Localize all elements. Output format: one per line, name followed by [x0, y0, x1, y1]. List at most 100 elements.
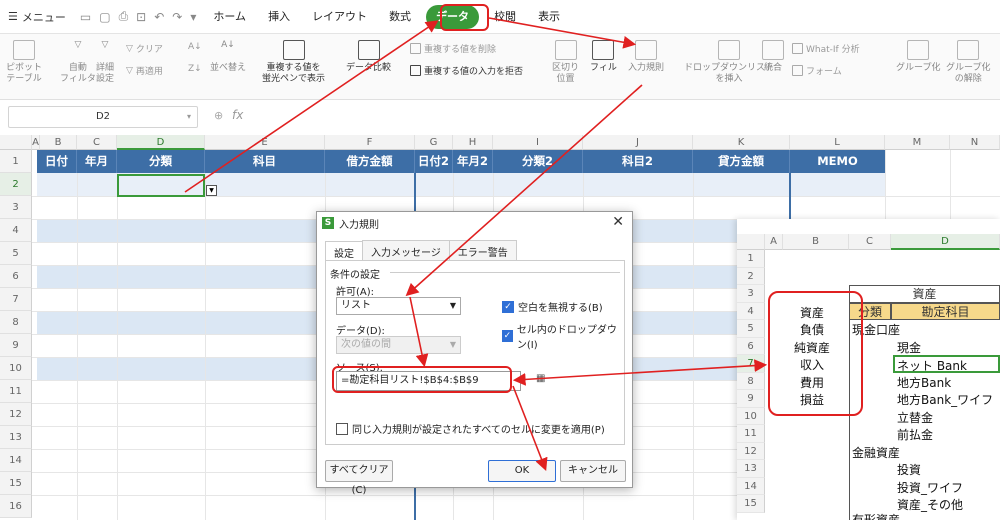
redo-icon[interactable]: ↷	[172, 10, 182, 24]
column-header-h[interactable]: H	[453, 135, 493, 150]
side-row-13[interactable]: 13	[737, 460, 765, 478]
ignore-blank-checkbox[interactable]: ✓ 空白を無視する(B)	[502, 299, 603, 314]
side-row-1[interactable]: 1	[737, 250, 765, 268]
header-memo[interactable]: MEMO	[790, 150, 885, 173]
header-credit[interactable]: 貸方金額	[693, 150, 790, 173]
row-header-15[interactable]: 15	[0, 472, 32, 495]
reapply-filter-button[interactable]: ▽ 再適用	[126, 64, 163, 78]
row-header-6[interactable]: 6	[0, 265, 32, 288]
allow-select[interactable]: リスト ▼	[336, 297, 461, 315]
column-header-j[interactable]: J	[583, 135, 693, 150]
name-box[interactable]: D2 ▾	[8, 106, 198, 128]
tab-home[interactable]: ホーム	[202, 5, 257, 29]
tab-review[interactable]: 校閲	[483, 5, 527, 29]
cell-dropdown-button[interactable]: ▼	[206, 185, 217, 196]
undo-icon[interactable]: ↶	[154, 10, 164, 24]
side-row-5[interactable]: 5	[737, 320, 765, 338]
save-icon[interactable]: ▢	[99, 10, 110, 24]
column-header-a[interactable]: A	[32, 135, 40, 150]
header-category2[interactable]: 分類2	[493, 150, 583, 173]
row-header-1[interactable]: 1	[0, 150, 32, 173]
clear-all-button[interactable]: すべてクリア(C)	[325, 460, 393, 496]
header-date2[interactable]: 日付2	[415, 150, 453, 173]
side-row-8[interactable]: 8	[737, 372, 765, 390]
side-row-7[interactable]: 7	[737, 355, 765, 373]
side-row-14[interactable]: 14	[737, 477, 765, 495]
side-row-2[interactable]: 2	[737, 267, 765, 285]
side-select-all[interactable]	[737, 234, 765, 250]
sort-desc-button[interactable]: Z↓	[188, 64, 202, 74]
sort-asc-button[interactable]: A↓	[188, 42, 202, 52]
tab-insert[interactable]: 挿入	[257, 5, 301, 29]
in-cell-dropdown-checkbox[interactable]: ✓ セル内のドロップダウン(I)	[502, 321, 624, 351]
column-header-n[interactable]: N	[950, 135, 1000, 150]
side-row-3[interactable]: 3	[737, 285, 765, 303]
row-header-14[interactable]: 14	[0, 449, 32, 472]
sort-button[interactable]: A↓ 並べ替え	[210, 40, 246, 74]
column-header-b[interactable]: B	[40, 135, 77, 150]
tab-input-message[interactable]: 入力メッセージ	[362, 240, 450, 262]
consolidate-button[interactable]: 統合	[762, 40, 784, 74]
cancel-button[interactable]: キャンセル	[560, 460, 626, 482]
folder-icon[interactable]: ▭	[80, 10, 91, 24]
side-row-9[interactable]: 9	[737, 390, 765, 408]
row-header-4[interactable]: 4	[0, 219, 32, 242]
row-header-5[interactable]: 5	[0, 242, 32, 265]
header-account2[interactable]: 科目2	[583, 150, 693, 173]
print-icon[interactable]: ⎙	[119, 9, 129, 24]
column-header-g[interactable]: G	[415, 135, 453, 150]
ok-button[interactable]: OK	[488, 460, 556, 482]
column-header-f[interactable]: F	[325, 135, 415, 150]
main-menu-button[interactable]: ☰ メニュー	[0, 5, 74, 29]
tab-formulas[interactable]: 数式	[378, 5, 422, 29]
data-compare-button[interactable]: データ比較	[346, 40, 391, 74]
row-header-16[interactable]: 16	[0, 495, 32, 518]
clear-filter-button[interactable]: ▽ クリア	[126, 42, 163, 56]
side-row-10[interactable]: 10	[737, 407, 765, 425]
column-header-i[interactable]: I	[493, 135, 583, 150]
side-column-c[interactable]: C	[849, 234, 891, 250]
fx-icon[interactable]: fx	[232, 108, 243, 122]
chevron-down-icon[interactable]: ▾	[190, 10, 196, 24]
row-header-10[interactable]: 10	[0, 357, 32, 380]
tab-error-alert[interactable]: エラー警告	[448, 240, 517, 262]
side-row-6[interactable]: 6	[737, 337, 765, 355]
header-date[interactable]: 日付	[37, 150, 77, 173]
zoom-icon[interactable]: ⊕	[214, 109, 223, 122]
advanced-filter-button[interactable]: ▽ 詳細 設定	[94, 40, 116, 85]
preview-icon[interactable]: ⊡	[136, 10, 146, 24]
ungroup-button[interactable]: グループ化 の解除	[946, 40, 990, 85]
close-icon[interactable]: ✕	[612, 214, 624, 230]
column-header-c[interactable]: C	[77, 135, 117, 150]
column-header-k[interactable]: K	[693, 135, 790, 150]
row-header-13[interactable]: 13	[0, 426, 32, 449]
column-header-d[interactable]: D	[117, 135, 205, 150]
remove-duplicates-button[interactable]: 重複する値を削除	[410, 42, 496, 55]
header-category[interactable]: 分類	[117, 150, 205, 173]
row-header-7[interactable]: 7	[0, 288, 32, 311]
fill-button[interactable]: フィル	[590, 40, 617, 74]
header-debit[interactable]: 借方金額	[325, 150, 415, 173]
tab-view[interactable]: 表示	[527, 5, 571, 29]
row-header-12[interactable]: 12	[0, 403, 32, 426]
insert-dropdown-button[interactable]: ドロップダウンリスト を挿入	[684, 40, 774, 85]
column-header-l[interactable]: L	[790, 135, 885, 150]
column-header-e[interactable]: E	[205, 135, 325, 150]
reject-duplicates-button[interactable]: 重複する値の入力を拒否	[410, 64, 523, 77]
row-header-3[interactable]: 3	[0, 196, 32, 219]
range-select-icon[interactable]: ▦	[536, 373, 545, 384]
select-all-corner[interactable]	[0, 135, 32, 150]
form-button[interactable]: フォーム	[792, 64, 842, 77]
column-header-m[interactable]: M	[885, 135, 950, 150]
group-button[interactable]: グループ化	[896, 40, 940, 74]
side-row-15[interactable]: 15	[737, 495, 765, 513]
side-column-d[interactable]: D	[891, 234, 1000, 250]
header-yearmonth2[interactable]: 年月2	[453, 150, 493, 173]
row-header-2[interactable]: 2	[0, 173, 32, 196]
tab-layout[interactable]: レイアウト	[301, 5, 378, 29]
highlight-duplicates-button[interactable]: 重複する値を 蛍光ペンで表示	[262, 40, 325, 85]
what-if-button[interactable]: What-If 分析	[792, 42, 860, 55]
row-header-11[interactable]: 11	[0, 380, 32, 403]
side-row-11[interactable]: 11	[737, 425, 765, 443]
row-header-9[interactable]: 9	[0, 334, 32, 357]
